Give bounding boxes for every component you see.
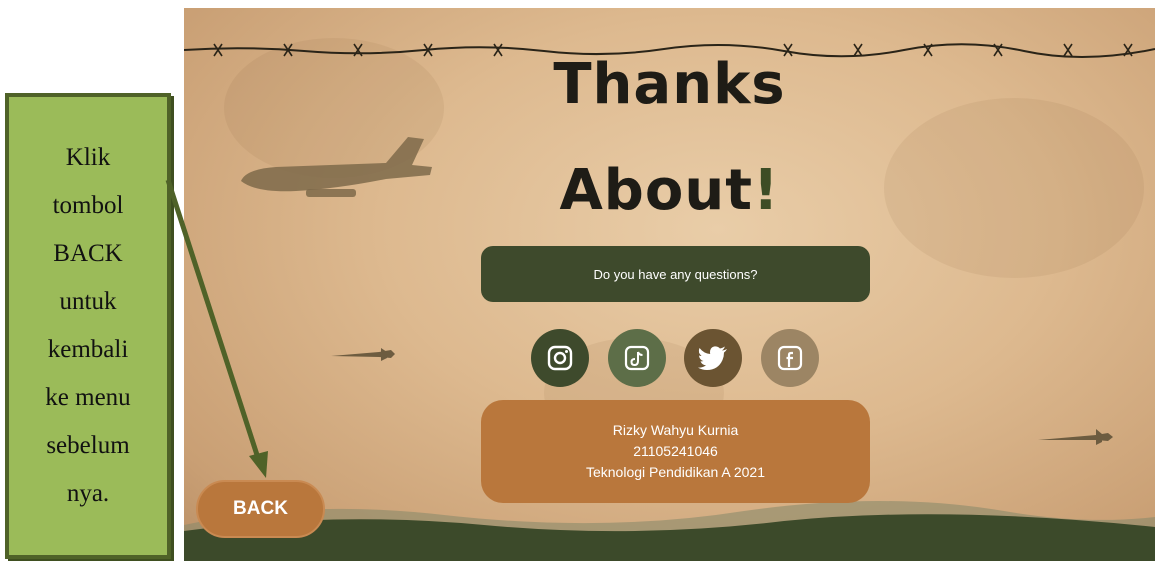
- callout-line: BACK: [53, 240, 123, 267]
- back-button-label: BACK: [233, 498, 288, 519]
- callout-line: ke menu: [45, 384, 131, 411]
- facebook-icon: [777, 345, 803, 371]
- page-title-about: About!: [184, 158, 1155, 223]
- instruction-callout: Klik tombol BACK untuk kembali ke menu s…: [5, 93, 171, 559]
- title-exclamation: !: [753, 158, 780, 223]
- author-info-card: Rizky Wahyu Kurnia 21105241046 Teknologi…: [481, 400, 870, 503]
- tiktok-icon: [624, 345, 650, 371]
- instagram-icon: [547, 345, 573, 371]
- callout-line: nya.: [66, 480, 110, 507]
- questions-bar[interactable]: Do you have any questions?: [481, 246, 870, 302]
- callout-line: sebelum: [46, 432, 130, 459]
- twitter-button[interactable]: [684, 329, 742, 387]
- back-button[interactable]: BACK: [196, 480, 325, 538]
- author-name: Rizky Wahyu Kurnia: [612, 422, 739, 438]
- instagram-button[interactable]: [531, 329, 589, 387]
- author-program: Teknologi Pendidikan A 2021: [585, 464, 766, 480]
- callout-line: tombol: [52, 192, 124, 219]
- tiktok-button[interactable]: [608, 329, 666, 387]
- about-screen: Thanks About! Do you have any questions?: [184, 8, 1155, 561]
- facebook-button[interactable]: [761, 329, 819, 387]
- title-about-text: About: [559, 158, 753, 223]
- missile-silhouette: [331, 348, 395, 361]
- callout-line: Klik: [65, 144, 111, 171]
- callout-line: kembali: [47, 336, 129, 363]
- missile-silhouette: [1038, 429, 1113, 445]
- page-title-thanks: Thanks: [553, 52, 786, 117]
- author-id: 21105241046: [633, 443, 718, 459]
- twitter-icon: [698, 346, 727, 370]
- questions-text: Do you have any questions?: [593, 266, 758, 282]
- callout-line: untuk: [59, 288, 117, 315]
